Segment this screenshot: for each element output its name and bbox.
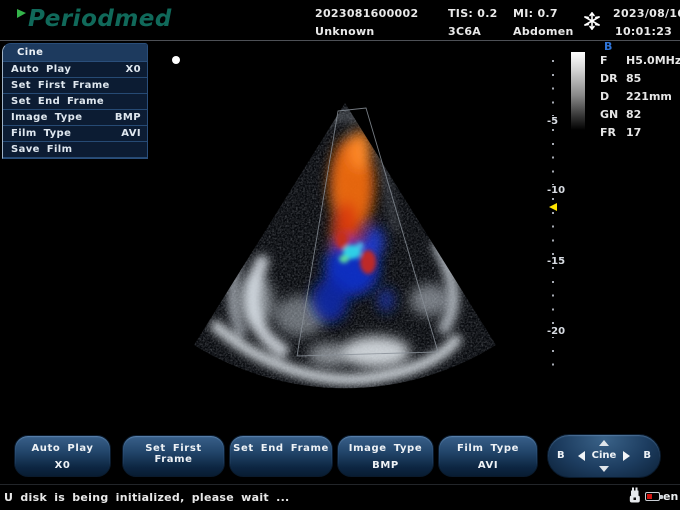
param-frame-rate: FR17 (600, 126, 641, 139)
depth-label-5: -5 (545, 116, 560, 127)
patient-name: Unknown (315, 25, 375, 38)
softkey-image-type[interactable]: Image Type BMP (337, 435, 434, 477)
tis-value: TIS: 0.2 (448, 7, 498, 20)
depth-label-10: -10 (545, 185, 567, 196)
menu-item-set-end-frame[interactable]: Set End Frame (3, 94, 147, 110)
nav-right-mode-label[interactable]: B (643, 450, 651, 461)
menu-item-film-type[interactable]: Film Type AVI (3, 126, 147, 142)
usb-icon (628, 487, 641, 504)
battery-level-low (647, 494, 652, 499)
nav-left-mode-label[interactable]: B (557, 450, 565, 461)
ultrasound-screen: Periodmed 2023081600002 Unknown TIS: 0.2… (0, 0, 680, 510)
chevron-right-icon[interactable] (623, 451, 630, 461)
mi-value: MI: 0.7 (513, 7, 558, 20)
chevron-down-icon[interactable] (599, 466, 609, 472)
chevron-left-icon[interactable] (578, 451, 585, 461)
focus-position-marker (549, 203, 557, 211)
cine-context-menu: Cine Auto Play X0 Set First Frame Set En… (2, 43, 148, 159)
status-message: U disk is being initialized, please wait… (4, 491, 290, 504)
grayscale-map-bar (571, 52, 585, 130)
exam-id: 2023081600002 (315, 7, 418, 20)
orientation-dot-marker (172, 56, 180, 64)
status-bar: U disk is being initialized, please wait… (0, 484, 680, 510)
menu-item-image-type[interactable]: Image Type BMP (3, 110, 147, 126)
battery-icon (645, 492, 660, 501)
softkey-set-first-frame[interactable]: Set First Frame (122, 435, 225, 477)
cine-nav-pad[interactable]: B Cine B (547, 434, 661, 478)
menu-item-set-first-frame[interactable]: Set First Frame (3, 78, 147, 94)
depth-label-15: -15 (545, 256, 567, 267)
system-time: 10:01:23 (615, 25, 672, 38)
brand-logo: Periodmed (28, 6, 172, 32)
menu-item-save-film[interactable]: Save Film (3, 142, 147, 158)
param-depth: D221mm (600, 90, 672, 103)
mode-label: B (604, 40, 612, 53)
probe-model: 3C6A (448, 25, 481, 38)
chevron-up-icon[interactable] (599, 440, 609, 446)
menu-item-auto-play[interactable]: Auto Play X0 (3, 62, 147, 78)
param-gain: GN82 (600, 108, 641, 121)
ultrasound-image (150, 45, 550, 435)
system-date: 2023/08/16 (613, 7, 680, 20)
nav-center-label: Cine (592, 450, 617, 461)
softkey-film-type[interactable]: Film Type AVI (438, 435, 538, 477)
language-indicator[interactable]: en (663, 490, 678, 503)
exam-preset: Abdomen (513, 25, 574, 38)
softkey-set-end-frame[interactable]: Set End Frame (229, 435, 333, 477)
depth-label-20: -20 (545, 326, 567, 337)
freeze-snowflake-icon (582, 11, 602, 31)
menu-title: Cine (3, 44, 147, 62)
top-bar: Periodmed 2023081600002 Unknown TIS: 0.2… (0, 0, 680, 41)
param-frequency: FH5.0MHz (600, 54, 680, 67)
logo-play-icon (17, 9, 26, 18)
softkey-auto-play[interactable]: Auto Play X0 (14, 435, 111, 477)
param-dynamic-range: DR85 (600, 72, 641, 85)
